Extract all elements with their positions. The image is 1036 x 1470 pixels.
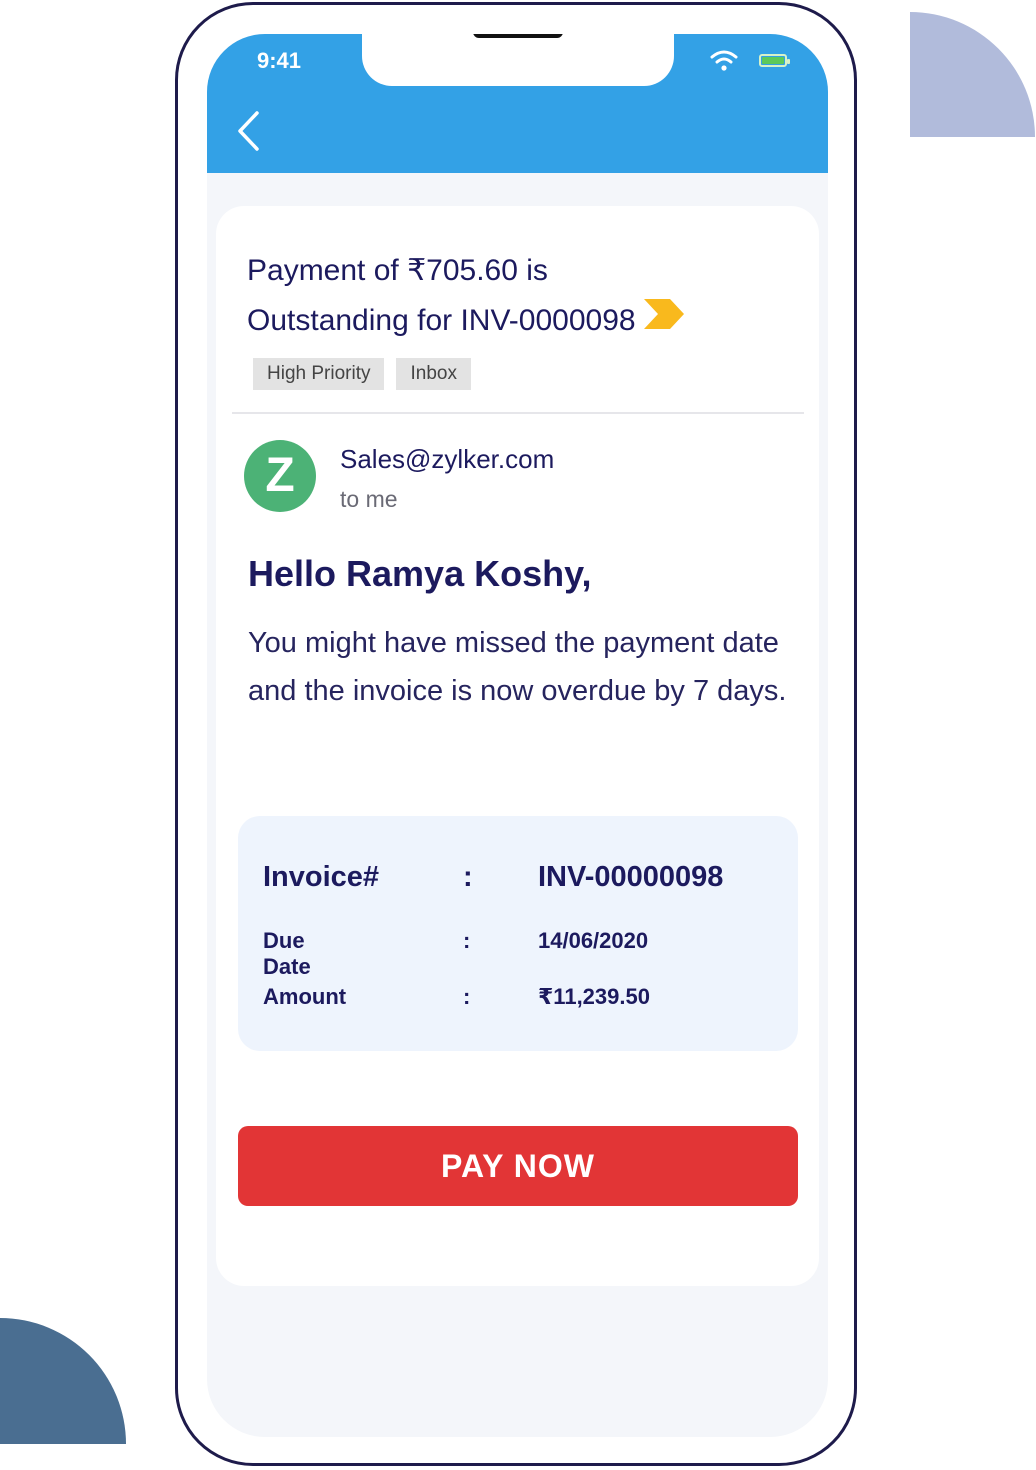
email-subject: Payment of ₹705.60 is Outstanding for IN…	[247, 246, 767, 347]
amount-value: ₹11,239.50	[538, 984, 650, 1009]
invoice-number-value: INV-00000098	[538, 861, 724, 893]
due-date-value: 14/06/2020	[538, 928, 649, 953]
pay-now-button[interactable]: PAY NOW	[238, 1126, 798, 1206]
tag-high-priority[interactable]: High Priority	[253, 358, 385, 390]
phone-speaker	[473, 34, 563, 38]
battery-icon	[759, 54, 790, 67]
invoice-number-separator: :	[463, 861, 473, 893]
email-tags: High Priority Inbox	[253, 358, 483, 390]
due-date-label: Due Date	[263, 928, 311, 979]
invoice-number-label: Invoice#	[263, 861, 380, 893]
sender-avatar: Z	[244, 440, 316, 512]
amount-label: Amount	[263, 984, 347, 1009]
email-body: You might have missed the payment date a…	[248, 627, 787, 707]
tag-inbox[interactable]: Inbox	[396, 358, 471, 390]
chevron-left-icon[interactable]	[235, 110, 261, 157]
wifi-icon	[709, 48, 739, 77]
decorative-shape-top-right	[910, 12, 1035, 137]
status-time: 9:41	[257, 48, 302, 73]
subject-line-2: Outstanding for INV-0000098	[247, 304, 636, 337]
email-greeting: Hello Ramya Koshy,	[248, 553, 592, 594]
recipient-label: to me	[340, 486, 398, 512]
importance-marker-icon	[642, 297, 686, 347]
invoice-details: Invoice# : INV-00000098 Due Date : 14/06…	[238, 816, 798, 1051]
phone-notch	[362, 34, 674, 86]
phone-screen: 9:41 Payment of ₹705.60 is Outstanding f…	[207, 34, 828, 1437]
email-card: Payment of ₹705.60 is Outstanding for IN…	[216, 206, 819, 1286]
divider	[232, 412, 804, 414]
decorative-shape-bottom-left	[0, 1318, 126, 1444]
amount-separator: :	[463, 984, 471, 1009]
subject-line-1: Payment of ₹705.60 is	[247, 254, 548, 287]
sender-email[interactable]: Sales@zylker.com	[340, 444, 554, 475]
due-date-separator: :	[463, 928, 471, 953]
